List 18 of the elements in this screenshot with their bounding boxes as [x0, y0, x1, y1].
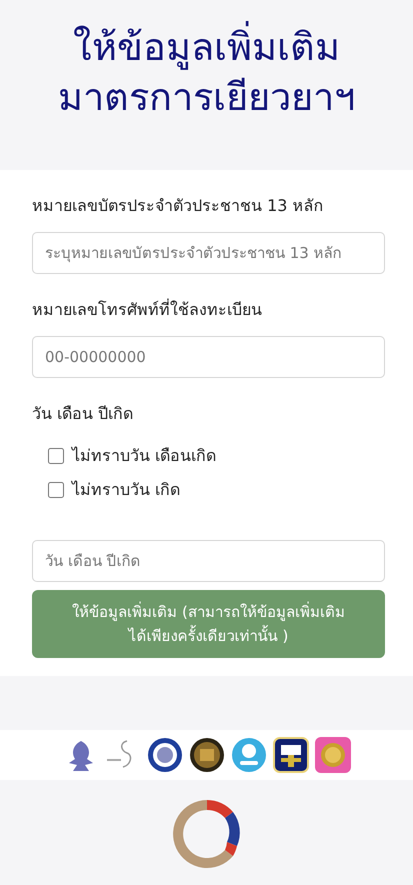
field-label: หมายเลขโทรศัพท์ที่ใช้ลงทะเบียน: [32, 298, 262, 321]
checkbox[interactable]: [48, 448, 64, 464]
field-label: หมายเลขบัตรประจำตัวประชาชน 13 หลัก: [32, 195, 324, 217]
input-field[interactable]: ระบุหมายเลขบัตรประจำตัวประชาชน 13 หลัก: [32, 232, 385, 274]
checkbox-label: ไม่ทราบวัน เดือนเกิด: [72, 445, 216, 467]
date-field[interactable]: วัน เดือน ปีเกิด: [32, 540, 385, 582]
submit-button[interactable]: ให้ข้อมูลเพิ่มเติม (สามารถให้ข้อมูลเพิ่มเติมได้เพียงครั้งเดียวเท่านั้น ): [32, 590, 385, 658]
checkbox-label: ไม่ทราบวัน เกิด: [72, 479, 180, 501]
logo-icon: [146, 737, 182, 773]
checkbox[interactable]: [48, 482, 64, 498]
logo-icon: [230, 737, 266, 773]
logo-icon: [314, 737, 350, 773]
input-field[interactable]: 00-00000000: [32, 336, 385, 378]
logo-icon: [188, 737, 224, 773]
field-label: วัน เดือน ปีเกิด: [32, 403, 134, 425]
logo-icon: [272, 737, 308, 773]
page-title: มาตรการเยียวยาฯ: [57, 74, 356, 121]
page-title: ให้ข้อมูลเพิ่มเติม: [0, 22, 413, 72]
